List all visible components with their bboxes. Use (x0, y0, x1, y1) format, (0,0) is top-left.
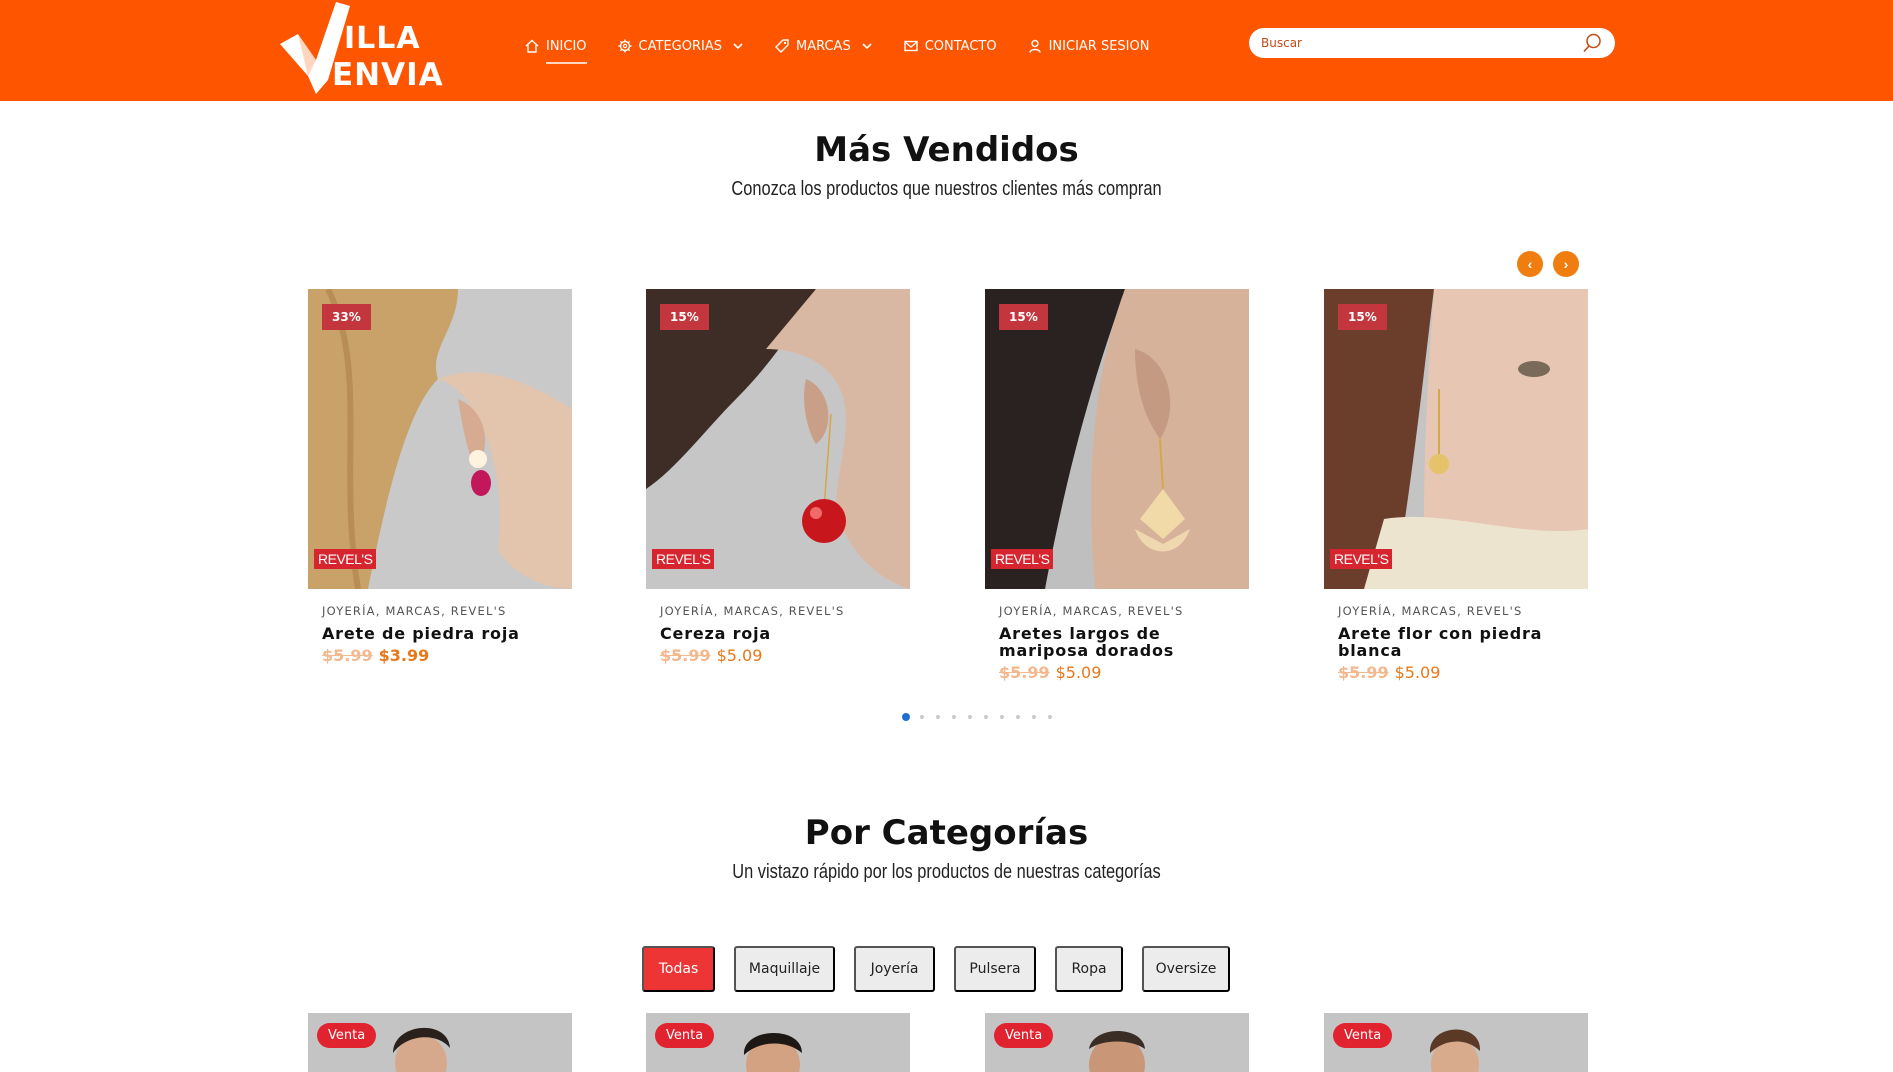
product-name[interactable]: Arete de piedra roja (308, 625, 572, 642)
product-price: $5.99 $5.09 (985, 663, 1249, 682)
category-product-card[interactable]: Venta (646, 1013, 910, 1072)
carousel-dot[interactable] (1016, 715, 1020, 719)
search-icon[interactable] (1581, 32, 1603, 54)
product-categories[interactable]: Joyería, Marcas, Revel's (646, 604, 910, 618)
brand-tag: REVEL'S (1330, 549, 1393, 569)
nav-iniciar-sesion[interactable]: INICIAR SESION (1027, 34, 1150, 58)
earring-photo (985, 289, 1249, 589)
carousel-dot[interactable] (1032, 715, 1036, 719)
product-image[interactable]: 15% REVEL'S (646, 289, 910, 589)
category-product-card[interactable]: Venta (985, 1013, 1249, 1072)
tag-icon (774, 38, 790, 54)
sale-price: $5.09 (716, 646, 763, 665)
old-price: $5.99 (660, 646, 711, 665)
carousel-dots (902, 713, 1064, 721)
sale-badge: Venta (1333, 1023, 1393, 1048)
sale-badge: Venta (994, 1023, 1054, 1048)
gear-icon (617, 38, 633, 54)
filter-joyeria[interactable]: Joyería (854, 946, 935, 992)
discount-badge: 15% (999, 304, 1048, 330)
chevron-down-icon (732, 40, 744, 52)
nav-categorias-label: CATEGORIAS (638, 38, 722, 54)
old-price: $5.99 (999, 663, 1050, 682)
search-bar (1249, 28, 1615, 58)
nav-inicio-label: INICIO (546, 38, 587, 54)
bestsellers-title: Más Vendidos (814, 130, 1079, 170)
nav-inicio[interactable]: INICIO (524, 34, 587, 64)
brand-tag: REVEL'S (314, 549, 377, 569)
product-card[interactable]: 33% REVEL'S Joyería, Marcas, Revel's Are… (308, 289, 572, 665)
user-icon (1027, 38, 1043, 54)
discount-badge: 33% (322, 304, 371, 330)
filter-maquillaje[interactable]: Maquillaje (734, 946, 835, 992)
earring-photo (1324, 289, 1588, 589)
carousel-next-button[interactable]: › (1553, 251, 1579, 277)
sale-badge: Venta (655, 1023, 715, 1048)
carousel-dot[interactable] (920, 715, 924, 719)
product-card[interactable]: 15% REVEL'S Joyería, Marcas, Revel's Are… (1324, 289, 1588, 682)
carousel-dot[interactable] (984, 715, 988, 719)
svg-text:ILLA: ILLA (344, 21, 421, 56)
categories-subtitle: Un vistazo rápido por los productos de n… (732, 861, 1161, 883)
product-name[interactable]: Arete flor con piedra blanca (1324, 625, 1588, 659)
product-price: $5.99 $5.09 (646, 646, 910, 665)
old-price: $5.99 (322, 646, 373, 665)
earring-photo (308, 289, 572, 589)
discount-badge: 15% (660, 304, 709, 330)
filter-oversize[interactable]: Oversize (1142, 946, 1230, 992)
brand-tag: REVEL'S (991, 549, 1054, 569)
product-categories[interactable]: Joyería, Marcas, Revel's (308, 604, 572, 618)
product-categories[interactable]: Joyería, Marcas, Revel's (985, 604, 1249, 618)
filter-pulsera[interactable]: Pulsera (954, 946, 1036, 992)
category-product-card[interactable]: Venta (308, 1013, 572, 1072)
carousel-dot[interactable] (936, 715, 940, 719)
mail-icon (903, 38, 919, 54)
product-card[interactable]: 15% REVEL'S Joyería, Marcas, Revel's Are… (985, 289, 1249, 682)
product-price: $5.99 $5.09 (1324, 663, 1588, 682)
carousel-prev-button[interactable]: ‹ (1517, 251, 1543, 277)
carousel-dot[interactable] (952, 715, 956, 719)
nav-contacto-label: CONTACTO (924, 38, 997, 54)
main-nav: INICIO CATEGORIAS MARCAS CONTACTO INICIA… (524, 34, 1179, 64)
product-image[interactable]: 33% REVEL'S (308, 289, 572, 589)
svg-text:ENVIA: ENVIA (332, 57, 444, 93)
bestsellers-subtitle: Conozca los productos que nuestros clien… (731, 178, 1162, 200)
categories-title: Por Categorías (804, 813, 1089, 853)
product-categories[interactable]: Joyería, Marcas, Revel's (1324, 604, 1588, 618)
nav-marcas[interactable]: MARCAS (774, 34, 873, 58)
nav-iniciar-sesion-label: INICIAR SESION (1048, 38, 1150, 54)
product-price: $5.99 $3.99 (308, 646, 572, 665)
top-header: ILLA ENVIA INICIO CATEGORIAS MARCAS CONT… (0, 0, 1893, 101)
nav-contacto[interactable]: CONTACTO (903, 34, 997, 58)
carousel-dot[interactable] (1000, 715, 1004, 719)
filter-ropa[interactable]: Ropa (1055, 946, 1123, 992)
category-product-card[interactable]: Venta (1324, 1013, 1588, 1072)
earring-photo (646, 289, 910, 589)
filter-todas[interactable]: Todas (642, 946, 715, 992)
search-input[interactable] (1261, 36, 1581, 50)
product-card[interactable]: 15% REVEL'S Joyería, Marcas, Revel's Cer… (646, 289, 910, 665)
carousel-dot[interactable] (968, 715, 972, 719)
sale-badge: Venta (317, 1023, 377, 1048)
old-price: $5.99 (1338, 663, 1389, 682)
nav-categorias[interactable]: CATEGORIAS (617, 34, 744, 58)
product-name[interactable]: Cereza roja (646, 625, 910, 642)
carousel-dot[interactable] (902, 713, 910, 721)
sale-price: $3.99 (378, 646, 430, 665)
nav-marcas-label: MARCAS (795, 38, 851, 54)
sale-price: $5.09 (1055, 663, 1102, 682)
brand-tag: REVEL'S (652, 549, 715, 569)
category-filters: Todas Maquillaje Joyería Pulsera Ropa Ov… (642, 946, 1249, 992)
carousel-dot[interactable] (1048, 715, 1052, 719)
discount-badge: 15% (1338, 304, 1387, 330)
product-name[interactable]: Aretes largos de mariposa dorados (985, 625, 1249, 659)
home-icon (524, 38, 540, 54)
product-image[interactable]: 15% REVEL'S (985, 289, 1249, 589)
sale-price: $5.09 (1394, 663, 1441, 682)
chevron-down-icon (861, 40, 873, 52)
villa-envia-logo[interactable]: ILLA ENVIA (280, 2, 472, 94)
product-image[interactable]: 15% REVEL'S (1324, 289, 1588, 589)
